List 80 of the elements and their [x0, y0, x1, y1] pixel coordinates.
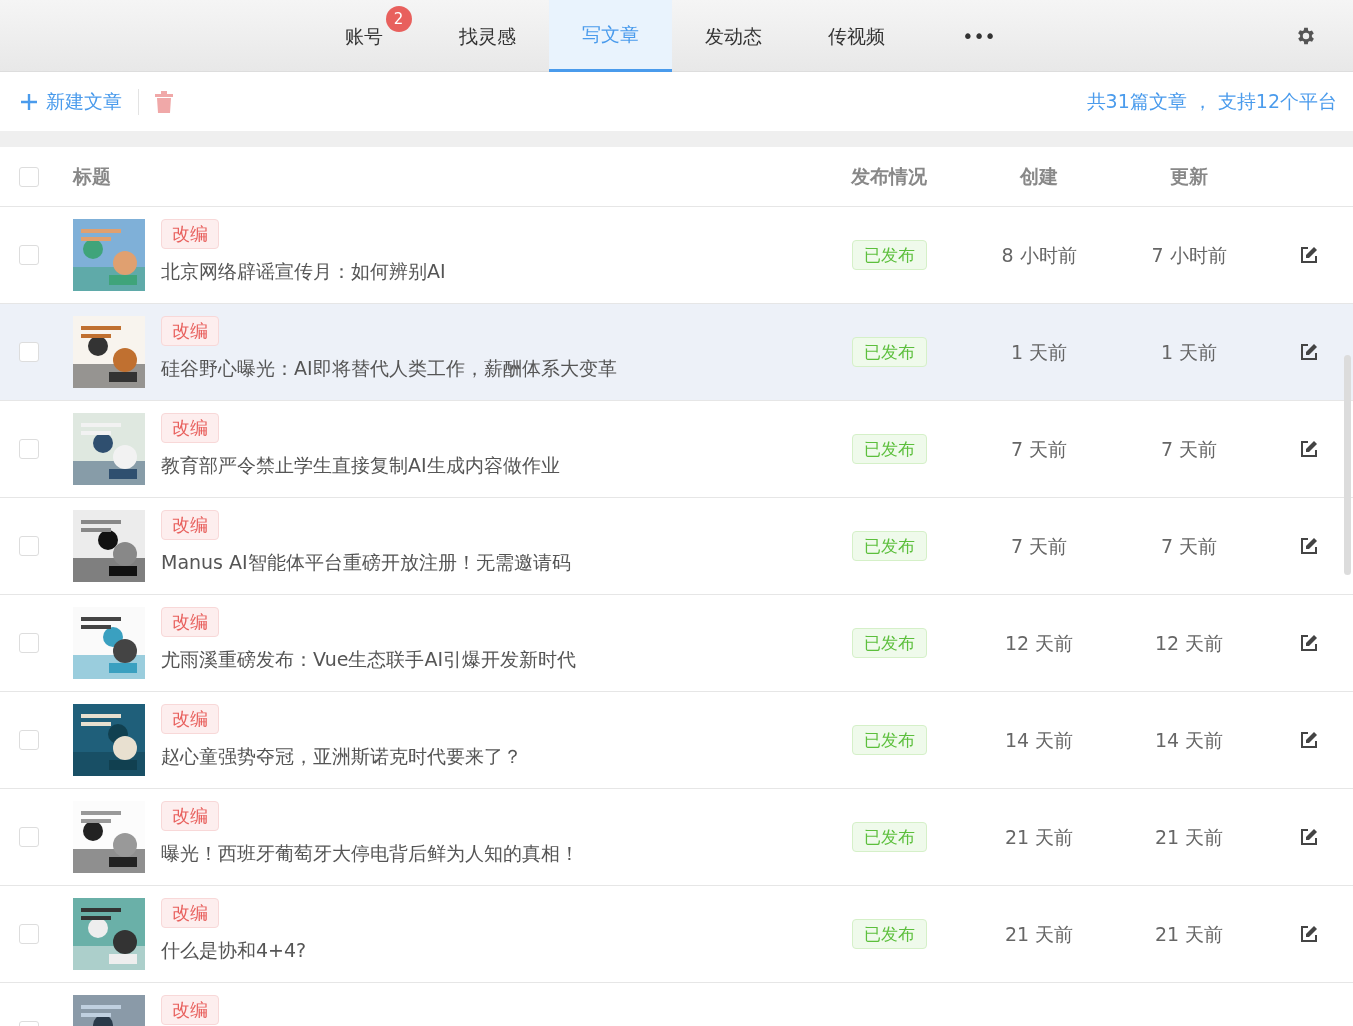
plus-icon: [20, 92, 38, 111]
nav-tab[interactable]: 账号 2: [302, 0, 426, 72]
article-row[interactable]: 改编 什么是协和4+4? 已发布 21 天前 21 天前: [0, 886, 1353, 983]
status-tag: 已发布: [851, 337, 927, 367]
adapted-tag: 改编: [161, 219, 219, 249]
row-checkbox[interactable]: [19, 245, 39, 265]
adapted-tag: 改编: [161, 801, 219, 831]
scrollbar[interactable]: [1344, 355, 1351, 575]
edit-icon[interactable]: [1299, 246, 1318, 264]
adapted-tag: 改编: [161, 607, 219, 637]
column-header: 创建: [1018, 164, 1059, 190]
created-time: 14 天前: [1003, 727, 1075, 753]
updated-time: 7 天前: [1159, 436, 1219, 462]
edit-icon[interactable]: [1299, 925, 1318, 943]
status-tag: 已发布: [851, 531, 927, 561]
article-row[interactable]: 改编 Manus AI智能体平台重磅开放注册！无需邀请码 已发布 7 天前 7 天前: [0, 498, 1353, 595]
article-title[interactable]: 教育部严令禁止学生直接复制AI生成内容做作业: [161, 451, 560, 480]
select-all-checkbox[interactable]: [19, 166, 39, 187]
edit-icon[interactable]: [1299, 731, 1318, 749]
row-checkbox[interactable]: [19, 633, 39, 653]
article-title[interactable]: 北京网络辟谣宣传月：如何辨别AI: [161, 257, 446, 286]
article-title[interactable]: Manus AI智能体平台重磅开放注册！无需邀请码: [161, 548, 571, 577]
row-checkbox[interactable]: [19, 827, 39, 847]
adapted-tag: 改编: [161, 316, 219, 346]
adapted-tag: 改编: [161, 995, 219, 1025]
column-header: 标题: [73, 164, 112, 190]
article-row[interactable]: 改编 硅谷野心曝光：AI即将替代人类工作，薪酬体系大变革 已发布 1 天前 1 天前: [0, 304, 1353, 401]
updated-time: 21 天前: [1153, 921, 1225, 947]
updated-time: 12 天前: [1153, 630, 1225, 656]
updated-time: 14 天前: [1153, 727, 1225, 753]
nav-tab[interactable]: •••: [917, 0, 1041, 72]
created-time: 12 天前: [1003, 630, 1075, 656]
created-time: 8 小时前: [1000, 242, 1078, 268]
adapted-tag: 改编: [161, 898, 219, 928]
article-title[interactable]: 尤雨溪重磅发布：Vue生态联手AI引爆开发新时代: [161, 645, 577, 674]
nav-tab[interactable]: 发动态: [671, 0, 795, 72]
adapted-tag: 改编: [161, 704, 219, 734]
edit-icon[interactable]: [1299, 343, 1318, 361]
article-row[interactable]: 改编 尤雨溪重磅发布：Vue生态联手AI引爆开发新时代 已发布 12 天前 12 天前: [0, 595, 1353, 692]
status-tag: 已发布: [851, 822, 927, 852]
edit-icon[interactable]: [1299, 828, 1318, 846]
article-title[interactable]: 赵心童强势夺冠，亚洲斯诺克时代要来了？: [161, 742, 522, 771]
article-row[interactable]: 改编 赵心童强势夺冠，亚洲斯诺克时代要来了？ 已发布 14 天前 14 天前: [0, 692, 1353, 789]
updated-time: 7 小时前: [1150, 242, 1228, 268]
nav-tab[interactable]: 传视频: [794, 0, 918, 72]
row-checkbox[interactable]: [19, 730, 39, 750]
article-row[interactable]: 改编 曝光！西班牙葡萄牙大停电背后鲜为人知的真相！ 已发布 21 天前 21 天前: [0, 789, 1353, 886]
article-title[interactable]: 曝光！西班牙葡萄牙大停电背后鲜为人知的真相！: [161, 839, 579, 868]
status-tag: 已发布: [851, 725, 927, 755]
created-time: 7 天前: [1009, 436, 1069, 462]
column-header: 发布情况: [850, 164, 928, 190]
updated-time: 21 天前: [1153, 824, 1225, 850]
nav-tab[interactable]: 找灵感: [425, 0, 549, 72]
created-time: 1 天前: [1009, 339, 1069, 365]
updated-time: 7 天前: [1159, 533, 1219, 559]
row-checkbox[interactable]: [19, 536, 39, 556]
edit-icon[interactable]: [1299, 440, 1318, 458]
created-time: 7 天前: [1009, 533, 1069, 559]
column-header: 更新: [1169, 164, 1209, 190]
article-title[interactable]: 什么是协和4+4?: [161, 936, 307, 965]
created-time: 21 天前: [1003, 824, 1075, 850]
status-tag: 已发布: [851, 240, 927, 270]
row-checkbox[interactable]: [19, 342, 39, 362]
edit-icon[interactable]: [1299, 537, 1318, 555]
edit-icon[interactable]: [1299, 634, 1318, 652]
row-checkbox[interactable]: [19, 439, 39, 459]
status-tag: 已发布: [851, 434, 927, 464]
updated-time: 1 天前: [1159, 339, 1219, 365]
status-tag: 已发布: [851, 628, 927, 658]
article-row[interactable]: 改编 教育部严令禁止学生直接复制AI生成内容做作业 已发布 7 天前 7 天前: [0, 401, 1353, 498]
adapted-tag: 改编: [161, 413, 219, 443]
article-title[interactable]: 硅谷野心曝光：AI即将替代人类工作，薪酬体系大变革: [161, 354, 617, 383]
status-tag: 已发布: [851, 919, 927, 949]
notification-badge: 2: [385, 6, 412, 32]
settings-icon[interactable]: [1295, 25, 1317, 47]
created-time: 21 天前: [1003, 921, 1075, 947]
row-checkbox[interactable]: [19, 924, 39, 944]
article-summary: 共31篇文章 ， 支持12个平台: [1086, 89, 1337, 115]
adapted-tag: 改编: [161, 510, 219, 540]
trash-icon[interactable]: [155, 90, 173, 113]
